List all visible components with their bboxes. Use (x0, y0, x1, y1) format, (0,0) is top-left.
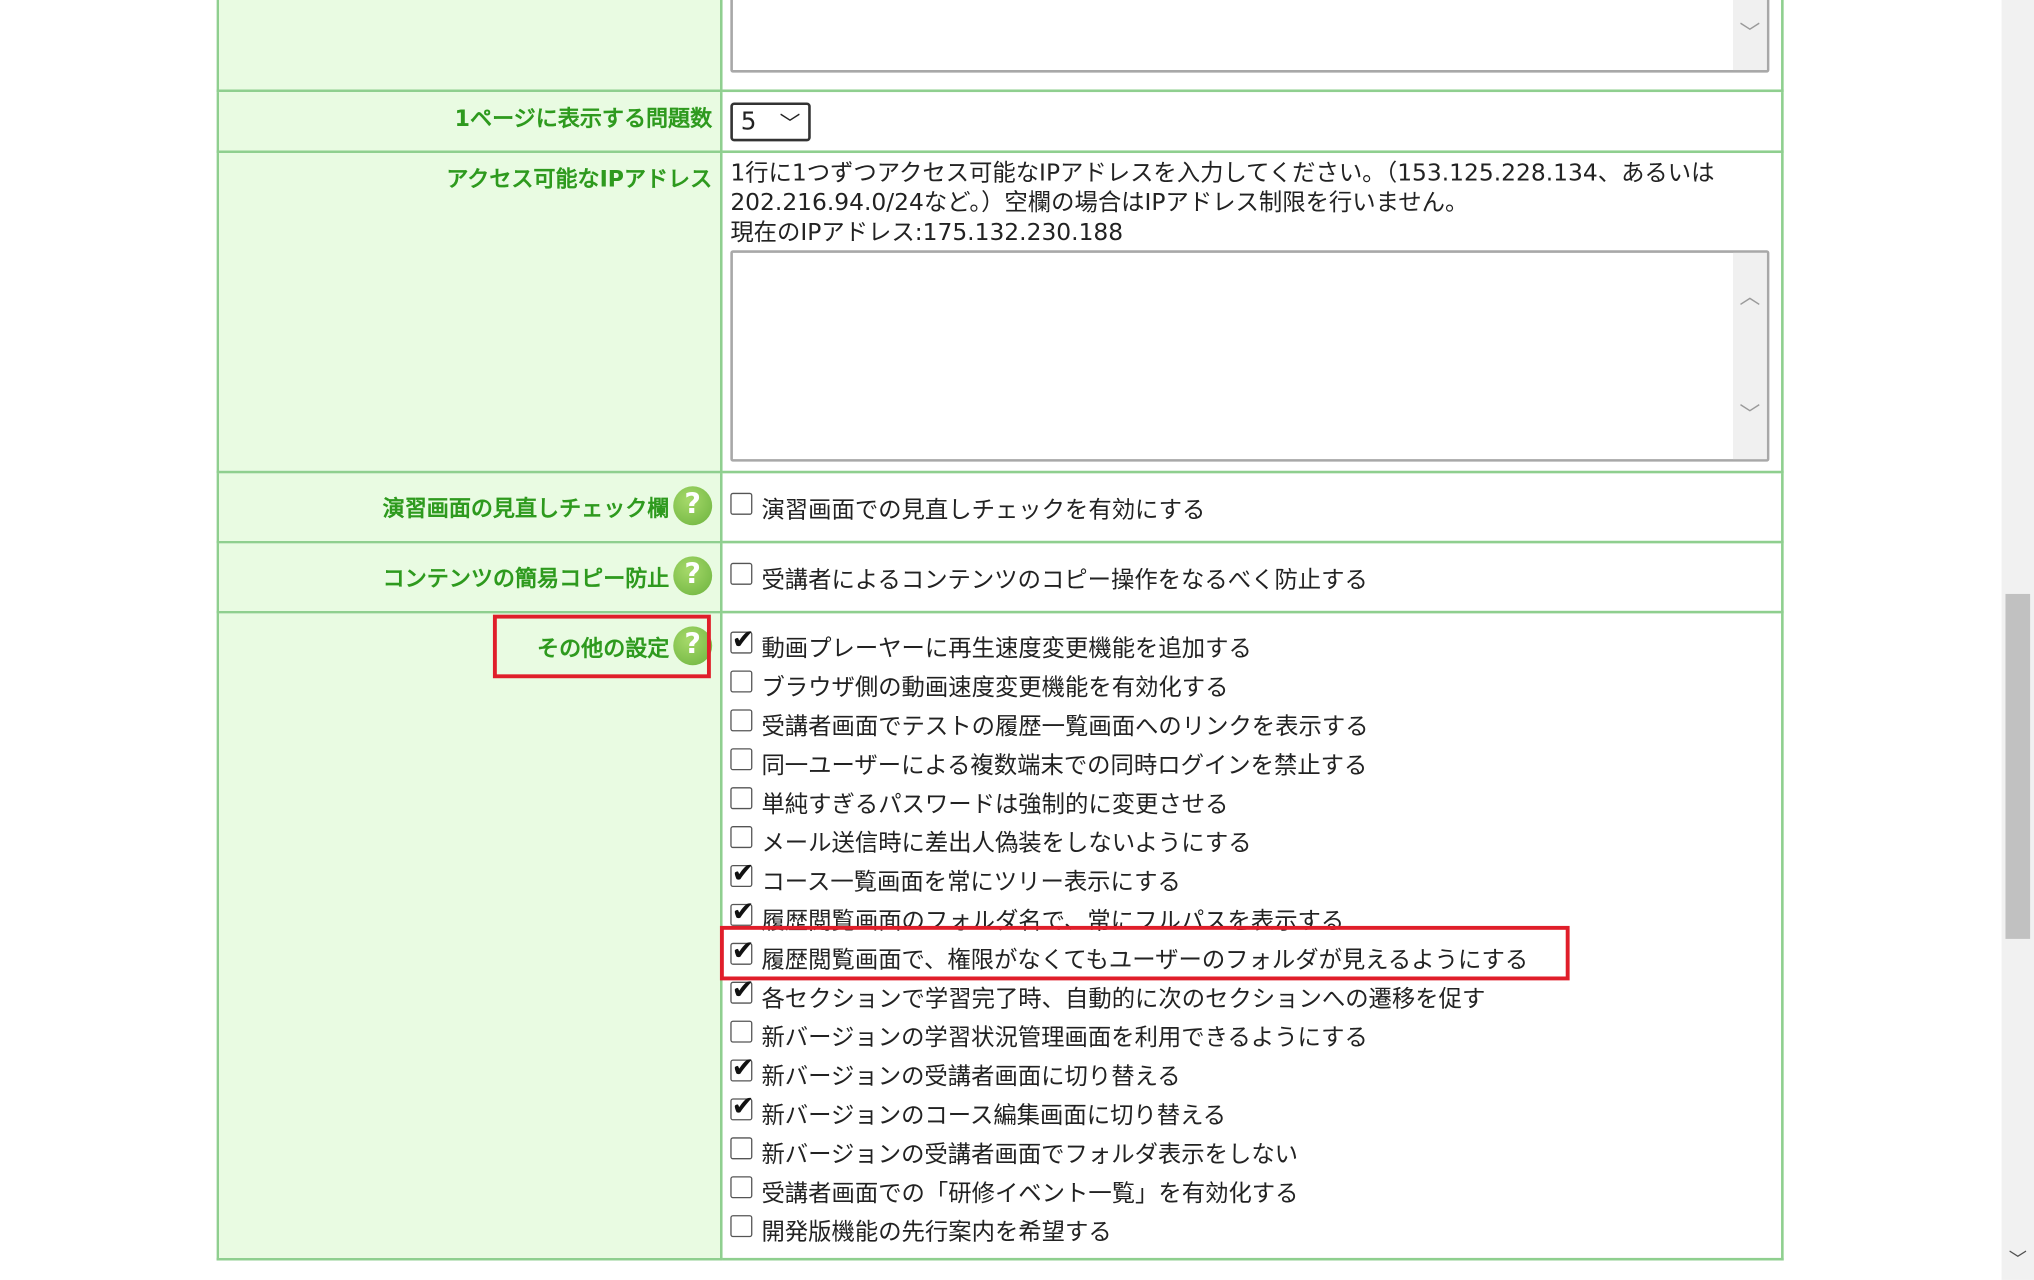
previous-textarea-row: ﹀ (216, 0, 1784, 93)
review-check-checkbox[interactable] (730, 492, 753, 515)
ip-address-textarea-scrollbar[interactable]: ︿ ﹀ (1733, 252, 1767, 460)
previous-textarea-scrollbar[interactable]: ﹀ (1733, 0, 1767, 71)
help-icon[interactable]: ? (673, 626, 713, 666)
option-checkbox[interactable] (730, 623, 754, 654)
other-settings-option[interactable]: 新バージョンのコース編集画面に切り替える (730, 1090, 1765, 1133)
option-label: 新バージョンの受講者画面でフォルダ表示をしない (761, 1141, 1299, 1169)
current-ip-address: 現在のIPアドレス:175.132.230.188 (730, 219, 1124, 247)
other-settings-option[interactable]: 新バージョンの学習状況管理画面を利用できるようにする (730, 1017, 1765, 1056)
ip-access-description: 1行に1つずつアクセス可能なIPアドレスを入力してください。（153.125.2… (730, 158, 1765, 247)
copy-protect-checkbox[interactable] (730, 562, 753, 585)
review-check-value: 演習画面での見直しチェックを有効にする (719, 470, 1784, 544)
other-settings-option[interactable]: 動画プレーヤーに再生速度変更機能を追加する (730, 623, 1765, 667)
other-settings-option[interactable]: 単純すぎるパスワードは強制的に変更させる (730, 783, 1765, 822)
review-check-option[interactable]: 演習画面での見直しチェックを有効にする (730, 489, 1765, 528)
other-settings-option[interactable]: 開発版機能の先行案内を希望する (730, 1211, 1765, 1250)
option-label: 受講者画面でテストの履歴一覧画面へのリンクを表示する (761, 713, 1369, 741)
option-label: 新バージョンの受講者画面に切り替える (761, 1063, 1181, 1091)
chevron-down-icon[interactable]: ﹀ (2002, 1246, 2034, 1272)
questions-per-page-selected: 5 (740, 107, 757, 137)
option-label: 開発版機能の先行案内を希望する (761, 1218, 1112, 1247)
option-checkbox[interactable] (730, 857, 754, 888)
option-checkbox[interactable] (730, 1136, 753, 1159)
ip-access-value: 1行に1つずつアクセス可能なIPアドレスを入力してください。（153.125.2… (719, 150, 1784, 474)
other-settings-row: その他の設定 ? 動画プレーヤーに再生速度変更機能を追加するブラウザ側の動画速度… (216, 610, 1784, 1261)
chevron-down-icon[interactable]: ﹀ (1733, 16, 1767, 47)
ip-access-description-line1: 1行に1つずつアクセス可能なIPアドレスを入力してください。（153.125.2… (730, 159, 1715, 187)
previous-textarea[interactable]: ﹀ (730, 0, 1770, 73)
option-label: 履歴閲覧画面で、権限がなくてもユーザーのフォルダが見えるようにする (761, 946, 1529, 974)
copy-protect-option-label: 受講者によるコンテンツのコピー操作をなるべく防止する (761, 566, 1368, 594)
option-label: 動画プレーヤーに再生速度変更機能を追加する (761, 635, 1252, 663)
option-checkbox[interactable] (730, 669, 753, 692)
questions-per-page-value: 5 ﹀ (719, 89, 1784, 154)
other-settings-value: 動画プレーヤーに再生速度変更機能を追加するブラウザ側の動画速度変更機能を有効化す… (719, 610, 1784, 1261)
review-check-option-label: 演習画面での見直しチェックを有効にする (761, 496, 1206, 524)
chevron-down-icon[interactable]: ﹀ (1733, 397, 1767, 428)
option-label: 各セクションで学習完了時、自動的に次のセクションへの遷移を促す (761, 985, 1486, 1013)
copy-protect-label-text: コンテンツの簡易コピー防止 (382, 566, 670, 592)
copy-protect-label: コンテンツの簡易コピー防止 ? (216, 540, 723, 614)
questions-per-page-label-text: 1ページに表示する問題数 (454, 106, 713, 133)
other-settings-option[interactable]: 同一ユーザーによる複数端末での同時ログインを禁止する (730, 744, 1765, 783)
settings-table: ﹀ 1ページに表示する問題数 5 ﹀ アクセス可能なIPアドレス 1行に1つずつ… (216, 0, 1784, 1261)
chevron-up-icon[interactable]: ︿ (1733, 279, 1767, 310)
other-settings-option[interactable]: 各セクションで学習完了時、自動的に次のセクションへの遷移を促す (730, 973, 1765, 1017)
other-settings-option[interactable]: 新バージョンの受講者画面に切り替える (730, 1051, 1765, 1095)
ip-access-label: アクセス可能なIPアドレス (216, 150, 723, 474)
other-settings-option[interactable]: 履歴閲覧画面で、権限がなくてもユーザーのフォルダが見えるようにする (730, 934, 1765, 978)
option-label: ブラウザ側の動画速度変更機能を有効化する (761, 674, 1229, 702)
option-label: 受講者画面での「研修イベント一覧」を有効化する (761, 1180, 1299, 1208)
previous-row-value: ﹀ (719, 0, 1784, 93)
option-label: 履歴閲覧画面のフォルダ名で、常にフルパスを表示する (761, 907, 1345, 935)
copy-protect-row: コンテンツの簡易コピー防止 ? 受講者によるコンテンツのコピー操作をなるべく防止… (216, 540, 1784, 614)
other-settings-label: その他の設定 ? (216, 610, 723, 1261)
help-icon[interactable]: ? (673, 486, 713, 526)
previous-row-label (216, 0, 723, 93)
other-settings-option[interactable]: 受講者画面での「研修イベント一覧」を有効化する (730, 1172, 1765, 1211)
other-settings-option[interactable]: 履歴閲覧画面のフォルダ名で、常にフルパスを表示する (730, 895, 1765, 939)
option-checkbox[interactable] (730, 1051, 754, 1082)
option-checkbox[interactable] (730, 1019, 753, 1042)
option-checkbox[interactable] (730, 1090, 754, 1121)
option-checkbox[interactable] (730, 934, 754, 965)
other-settings-option[interactable]: 受講者画面でテストの履歴一覧画面へのリンクを表示する (730, 705, 1765, 744)
page-scroll-thumb[interactable] (2005, 593, 2031, 939)
questions-per-page-row: 1ページに表示する問題数 5 ﹀ (216, 89, 1784, 154)
option-checkbox[interactable] (730, 708, 753, 731)
other-settings-options: 動画プレーヤーに再生速度変更機能を追加するブラウザ側の動画速度変更機能を有効化す… (730, 623, 1765, 1250)
option-label: 新バージョンのコース編集画面に切り替える (761, 1102, 1227, 1130)
ip-address-textarea[interactable]: ︿ ﹀ (730, 250, 1770, 462)
option-label: 同一ユーザーによる複数端末での同時ログインを禁止する (761, 752, 1368, 780)
page-scrollbar[interactable]: ﹀ (2001, 0, 2034, 1280)
other-settings-option[interactable]: ブラウザ側の動画速度変更機能を有効化する (730, 667, 1765, 706)
questions-per-page-label: 1ページに表示する問題数 (216, 89, 723, 154)
option-checkbox[interactable] (730, 747, 753, 770)
other-settings-option[interactable]: メール送信時に差出人偽装をしないようにする (730, 822, 1765, 861)
review-check-label: 演習画面の見直しチェック欄 ? (216, 470, 723, 544)
review-check-label-text: 演習画面の見直しチェック欄 (382, 496, 670, 522)
ip-access-label-text: アクセス可能なIPアドレス (446, 167, 713, 194)
option-label: 単純すぎるパスワードは強制的に変更させる (761, 791, 1229, 819)
option-label: コース一覧画面を常にツリー表示にする (761, 868, 1181, 897)
option-label: 新バージョンの学習状況管理画面を利用できるようにする (761, 1024, 1368, 1052)
chevron-down-icon: ﹀ (779, 111, 801, 137)
copy-protect-value: 受講者によるコンテンツのコピー操作をなるべく防止する (719, 540, 1784, 614)
option-checkbox[interactable] (730, 1214, 753, 1237)
ip-access-row: アクセス可能なIPアドレス 1行に1つずつアクセス可能なIPアドレスを入力してく… (216, 150, 1784, 474)
review-check-row: 演習画面の見直しチェック欄 ? 演習画面での見直しチェックを有効にする (216, 470, 1784, 544)
option-checkbox[interactable] (730, 786, 753, 809)
option-checkbox[interactable] (730, 895, 754, 927)
help-icon[interactable]: ? (673, 556, 713, 596)
copy-protect-option[interactable]: 受講者によるコンテンツのコピー操作をなるべく防止する (730, 559, 1765, 598)
other-settings-option[interactable]: コース一覧画面を常にツリー表示にする (730, 857, 1765, 900)
ip-access-description-line2: 202.216.94.0/24など。）空欄の場合はIPアドレス制限を行いません。 (730, 189, 1469, 217)
other-settings-label-text: その他の設定 (537, 636, 670, 663)
option-checkbox[interactable] (730, 1175, 753, 1198)
option-label: メール送信時に差出人偽装をしないようにする (761, 829, 1252, 858)
other-settings-option[interactable]: 新バージョンの受講者画面でフォルダ表示をしない (730, 1133, 1765, 1172)
option-checkbox[interactable] (730, 973, 754, 1004)
option-checkbox[interactable] (730, 825, 753, 848)
questions-per-page-select[interactable]: 5 ﹀ (730, 102, 811, 142)
